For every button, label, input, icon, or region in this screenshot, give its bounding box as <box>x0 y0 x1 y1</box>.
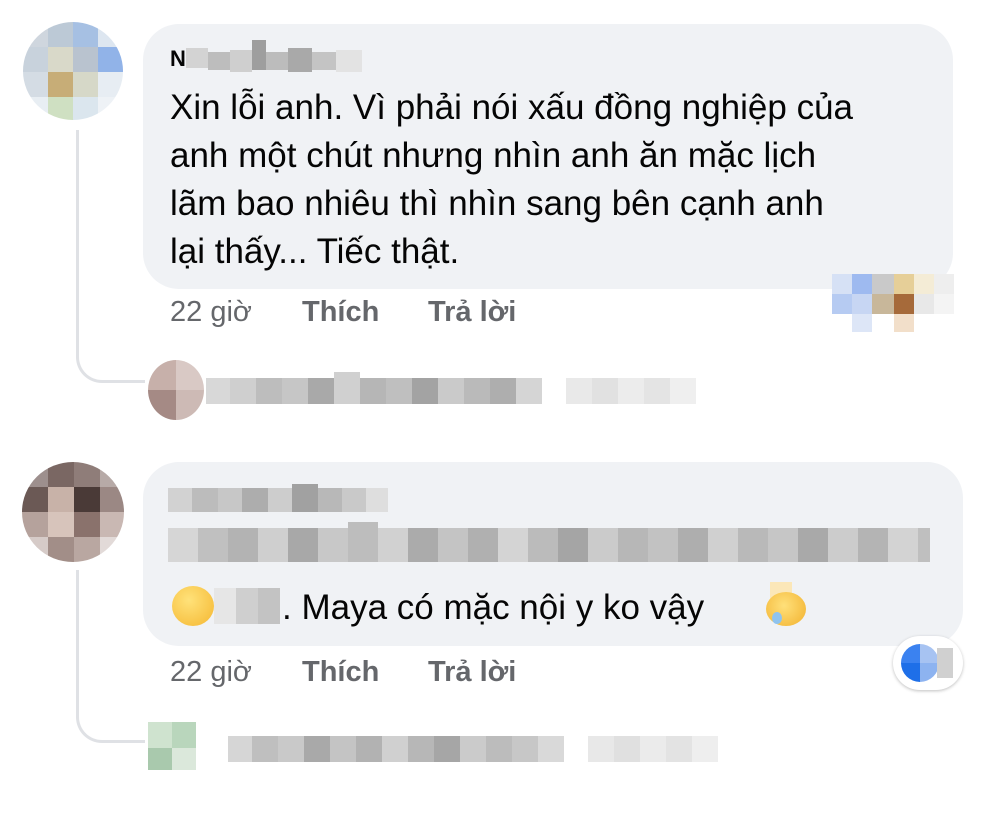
reaction-summary[interactable] <box>832 254 972 334</box>
comment-text: Xin lỗi anh. Vì phải nói xấu đồng nghiệp… <box>170 84 940 276</box>
comment-timestamp[interactable]: 22 giờ <box>170 656 252 688</box>
comment-meta: 22 giờ <box>170 656 252 689</box>
like-reaction-icon <box>901 644 939 682</box>
comment-author-name[interactable]: N <box>170 46 186 72</box>
comment-timestamp[interactable]: 22 giờ <box>170 296 252 328</box>
avatar-1[interactable] <box>23 22 123 120</box>
blurred-avatar-icon <box>148 722 196 774</box>
reply-link[interactable]: Trả lời <box>428 656 516 688</box>
blurred-avatar-icon <box>23 22 123 120</box>
like-link[interactable]: Thích <box>302 296 379 328</box>
reply-link-wrap: Trả lời <box>428 656 516 689</box>
blurred-reaction-icon <box>832 254 972 334</box>
comment-meta: 22 giờ <box>170 296 252 329</box>
avatar-2[interactable] <box>22 462 124 562</box>
smiley-emoji-icon <box>172 586 214 626</box>
reply-thread-line <box>76 570 145 743</box>
reply-thread-line <box>76 130 145 383</box>
blurred-author-name <box>186 40 376 74</box>
blurred-avatar-icon <box>148 360 204 420</box>
reply-link-wrap: Trả lời <box>428 296 516 329</box>
comment-text-line: Xin lỗi anh. Vì phải nói xấu đồng nghiệp… <box>170 88 854 127</box>
comment-text-line: anh một chút nhưng nhìn anh ăn mặc lịch <box>170 136 817 175</box>
comment-text-line: lại thấy... Tiếc thật. <box>170 232 460 271</box>
comment-text: . Maya có mặc nội y ko vậy <box>282 588 705 627</box>
like-link-wrap: Thích <box>302 296 379 329</box>
reaction-summary[interactable] <box>893 636 963 690</box>
reply-preview[interactable] <box>148 360 708 424</box>
blurred-avatar-icon <box>22 462 124 562</box>
comment-text-line: lãm bao nhiêu thì nhìn sang bên cạnh anh <box>170 184 824 223</box>
sweat-emoji-icon <box>766 582 806 626</box>
reply-link[interactable]: Trả lời <box>428 296 516 328</box>
like-link[interactable]: Thích <box>302 656 379 688</box>
like-link-wrap: Thích <box>302 656 379 689</box>
reply-preview[interactable] <box>148 722 728 778</box>
